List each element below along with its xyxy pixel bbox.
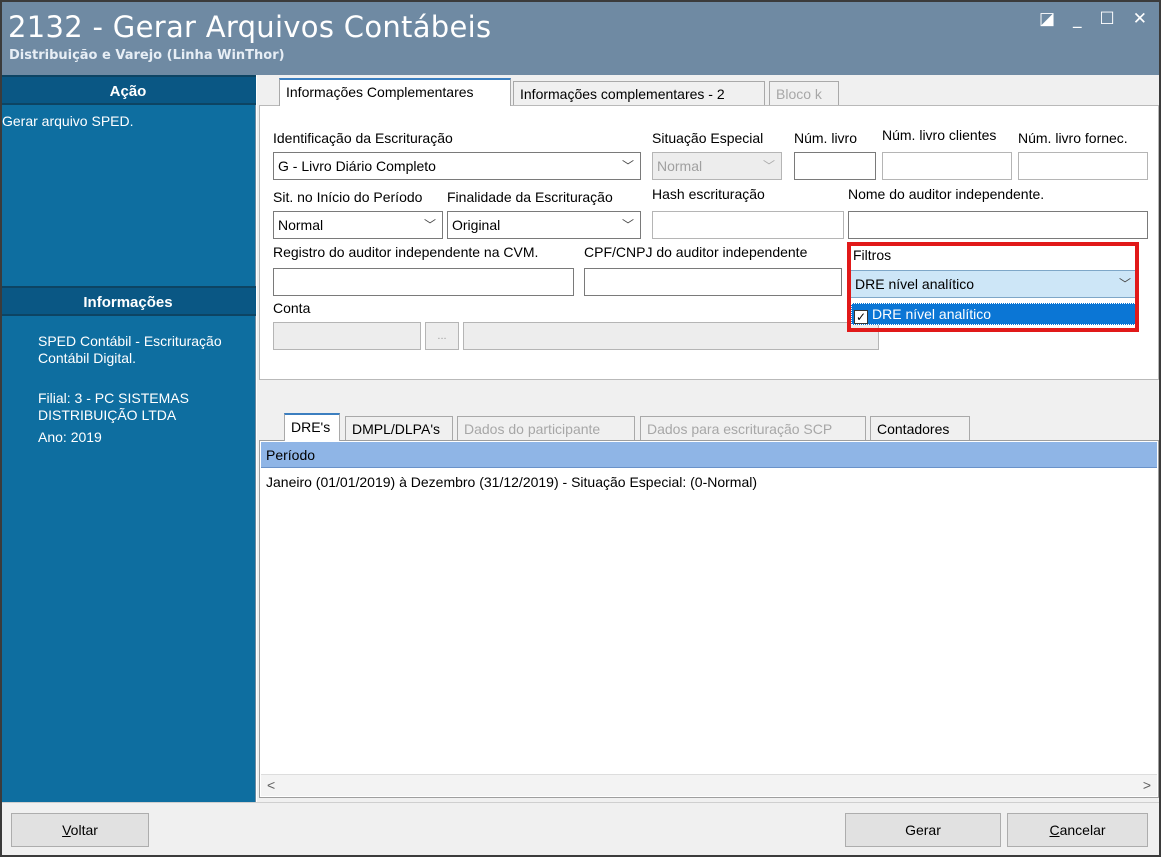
conta-description-input[interactable] <box>463 322 879 350</box>
action-header: Ação <box>0 75 256 105</box>
scroll-left-icon[interactable]: < <box>267 777 275 793</box>
top-tabstrip: Informações Complementares Informações c… <box>257 75 1161 106</box>
left-panel: Ação Gerar arquivo SPED. Informações SPE… <box>0 75 256 802</box>
finalidade-value: Original <box>452 217 501 233</box>
minimize-icon[interactable]: _ <box>1073 9 1082 29</box>
info-header: Informações <box>0 286 256 316</box>
window-subtitle: Distribuição e Varejo (Linha WinThor) <box>9 48 285 63</box>
finalidade-label: Finalidade da Escrituração <box>447 189 613 205</box>
situacao-especial-value: Normal <box>657 158 703 174</box>
info-filial: Filial: 3 - PC SISTEMAS DISTRIBUIÇÃO LTD… <box>38 390 189 423</box>
chevron-down-icon: ﹀ <box>423 218 436 232</box>
nome-auditor-label: Nome do auditor independente. <box>848 186 1045 202</box>
identificacao-value: G - Livro Diário Completo <box>278 158 436 174</box>
tab-dados-participante[interactable]: Dados do participante <box>457 416 635 441</box>
tab-dmpl-dlpas[interactable]: DMPL/DLPA's <box>345 416 453 441</box>
window-controls: ◪ _ ☐ ✕ <box>1039 9 1147 29</box>
tab-contadores[interactable]: Contadores <box>870 416 970 441</box>
gerar-button[interactable]: Gerar <box>845 813 1001 847</box>
hash-label: Hash escrituração <box>652 186 765 202</box>
nome-auditor-input[interactable] <box>848 211 1148 239</box>
periodo-column-header[interactable]: Período <box>261 442 1157 468</box>
tab-dres[interactable]: DRE's <box>284 413 340 441</box>
cpf-auditor-label: CPF/CNPJ do auditor independente <box>584 244 808 260</box>
identificacao-select[interactable]: G - Livro Diário Completo ﹀ <box>273 152 641 180</box>
voltar-button[interactable]: Voltar <box>11 813 149 847</box>
registro-auditor-label: Registro do auditor independente na CVM. <box>273 244 539 260</box>
main-area: Informações Complementares Informações c… <box>257 75 1161 802</box>
bottom-button-bar: Voltar Gerar Cancelar <box>0 802 1161 857</box>
sit-inicio-label: Sit. no Início do Período <box>273 189 423 205</box>
tab-bloco-k[interactable]: Bloco k <box>769 81 839 106</box>
sit-inicio-value: Normal <box>278 217 324 233</box>
maximize-icon[interactable]: ☐ <box>1100 9 1115 29</box>
registro-auditor-input[interactable] <box>273 268 574 296</box>
window-title: 2132 - Gerar Arquivos Contábeis <box>8 10 492 44</box>
sit-inicio-select[interactable]: Normal ﹀ <box>273 211 443 239</box>
title-bar: 2132 - Gerar Arquivos Contábeis Distribu… <box>0 0 1161 75</box>
hash-input[interactable] <box>652 211 844 239</box>
chevron-down-icon: ﹀ <box>762 159 775 173</box>
conta-code-input[interactable] <box>273 322 421 350</box>
horizontal-scrollbar[interactable]: < > <box>261 774 1157 796</box>
restore-icon[interactable]: ◪ <box>1039 9 1055 29</box>
cpf-auditor-input[interactable] <box>584 268 842 296</box>
info-description: SPED Contábil - Escrituração Contábil Di… <box>38 333 222 366</box>
num-livro-clientes-input[interactable] <box>882 152 1012 180</box>
info-ano: Ano: 2019 <box>38 429 102 445</box>
num-livro-fornec-label: Núm. livro fornec. <box>1018 130 1128 146</box>
filtros-highlight-box <box>847 242 1139 332</box>
table-row[interactable]: Janeiro (01/01/2019) à Dezembro (31/12/2… <box>261 470 1157 494</box>
situacao-especial-select[interactable]: Normal ﹀ <box>652 152 782 180</box>
num-livro-clientes-label: Núm. livro clientes <box>882 127 997 143</box>
conta-label: Conta <box>273 300 311 316</box>
dres-page: Período Janeiro (01/01/2019) à Dezembro … <box>259 440 1159 798</box>
action-item[interactable]: Gerar arquivo SPED. <box>2 113 134 130</box>
chevron-down-icon: ﹀ <box>621 159 634 173</box>
scroll-right-icon[interactable]: > <box>1143 777 1151 793</box>
num-livro-label: Núm. livro <box>794 130 858 146</box>
situacao-especial-label: Situação Especial <box>652 130 764 146</box>
cancelar-button[interactable]: Cancelar <box>1007 813 1148 847</box>
bottom-tabstrip: DRE's DMPL/DLPA's Dados do participante … <box>257 410 1161 441</box>
identificacao-label: Identificação da Escrituração <box>273 130 453 146</box>
conta-browse-button[interactable]: ... <box>425 322 459 350</box>
tab-informacoes-complementares-2[interactable]: Informações complementares - 2 <box>513 81 765 106</box>
num-livro-fornec-input[interactable] <box>1018 152 1148 180</box>
close-icon[interactable]: ✕ <box>1133 9 1147 29</box>
tab-dados-escrituracao-scp[interactable]: Dados para escrituração SCP <box>640 416 866 441</box>
num-livro-input[interactable] <box>794 152 876 180</box>
finalidade-select[interactable]: Original ﹀ <box>447 211 641 239</box>
chevron-down-icon: ﹀ <box>621 218 634 232</box>
tab-informacoes-complementares[interactable]: Informações Complementares <box>279 78 511 106</box>
